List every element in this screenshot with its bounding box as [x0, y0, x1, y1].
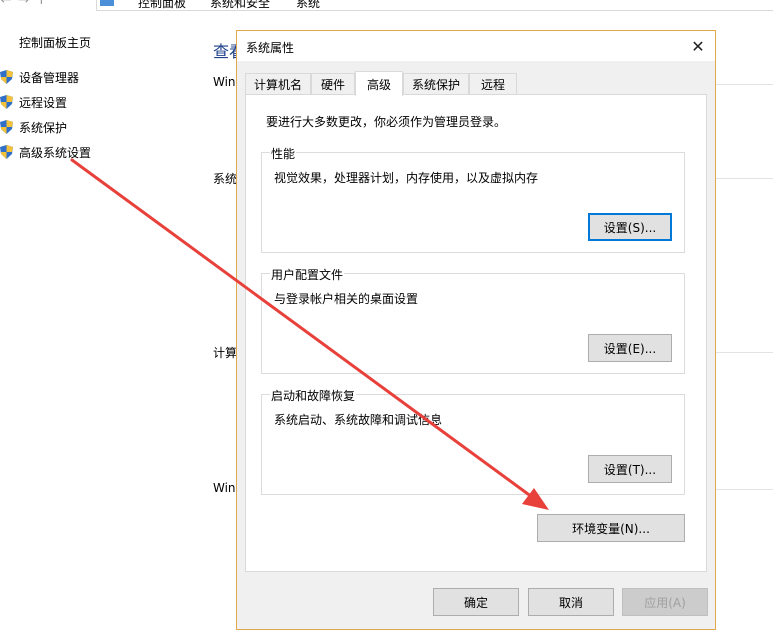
tab-remote[interactable]: 远程 — [469, 73, 517, 94]
performance-group: 性能 视觉效果，处理器计划，内存使用，以及虚拟内存 设置(S)... — [261, 145, 685, 253]
control-panel-home-link[interactable]: 控制面板主页 — [19, 34, 91, 51]
tab-system-protection[interactable]: 系统保护 — [403, 73, 469, 94]
user-profiles-group: 用户配置文件 与登录帐户相关的桌面设置 设置(E)... — [261, 266, 685, 374]
dialog-title: 系统属性 — [246, 41, 295, 55]
group-description: 系统启动、系统故障和调试信息 — [274, 413, 443, 427]
section-fragment: Win — [213, 481, 236, 495]
breadcrumb-item[interactable]: 系统 — [296, 0, 320, 11]
section-fragment: 计算 — [213, 346, 238, 360]
group-title: 启动和故障恢复 — [270, 387, 357, 404]
sidebar-item-system-protection[interactable]: 系统保护 — [0, 118, 67, 136]
tab-label: 远程 — [480, 77, 505, 92]
close-icon: ✕ — [691, 36, 705, 56]
section-fragment: Win — [213, 75, 236, 89]
divider — [716, 178, 773, 179]
shield-icon — [0, 95, 13, 109]
tab-label: 计算机名 — [253, 77, 302, 92]
apply-button[interactable]: 应用(A) — [622, 588, 708, 616]
tab-computer-name[interactable]: 计算机名 — [245, 73, 311, 94]
shield-icon — [0, 145, 13, 159]
startup-recovery-group: 启动和故障恢复 系统启动、系统故障和调试信息 设置(T)... — [261, 387, 685, 495]
sidebar-item-label: 远程设置 — [19, 95, 68, 110]
sidebar-item-advanced-settings[interactable]: 高级系统设置 — [0, 143, 91, 161]
dialog-titlebar[interactable]: 系统属性 ✕ — [237, 31, 715, 61]
system-properties-dialog: 系统属性 ✕ 计算机名 硬件 高级 系统保护 远程 要进行大多数更改，你必须作为… — [236, 30, 716, 630]
tab-hardware[interactable]: 硬件 — [311, 73, 355, 94]
sidebar-item-label: 设备管理器 — [19, 70, 80, 85]
divider — [716, 489, 773, 490]
tab-advanced[interactable]: 高级 — [355, 71, 403, 96]
shield-icon — [0, 70, 13, 84]
ok-button[interactable]: 确定 — [433, 588, 519, 616]
performance-settings-button[interactable]: 设置(S)... — [588, 213, 672, 241]
divider — [716, 352, 773, 353]
tab-label: 硬件 — [320, 77, 345, 92]
startup-settings-button[interactable]: 设置(T)... — [588, 455, 672, 483]
tab-label: 高级 — [366, 77, 391, 92]
group-description: 与登录帐户相关的桌面设置 — [274, 292, 419, 306]
sidebar-item-label: 系统保护 — [19, 120, 68, 135]
group-title: 性能 — [270, 145, 297, 162]
profiles-settings-button[interactable]: 设置(E)... — [588, 334, 672, 362]
sidebar-item-device-manager[interactable]: 设备管理器 — [0, 68, 79, 86]
breadcrumb-item[interactable]: 系统和安全 — [210, 0, 270, 11]
section-fragment: 系统 — [213, 172, 238, 186]
group-title: 用户配置文件 — [270, 266, 345, 283]
shield-icon — [0, 120, 13, 134]
group-description: 视觉效果，处理器计划，内存使用，以及虚拟内存 — [274, 171, 539, 185]
admin-notice: 要进行大多数更改，你必须作为管理员登录。 — [266, 115, 507, 129]
environment-variables-button[interactable]: 环境变量(N)... — [537, 514, 685, 542]
left-nav: 控制面板主页 设备管理器 远程设置 系统保护 高级系统设置 — [0, 0, 200, 633]
sidebar-item-remote-settings[interactable]: 远程设置 — [0, 93, 67, 111]
divider — [716, 84, 773, 85]
sidebar-item-label: 高级系统设置 — [19, 145, 92, 160]
close-button[interactable]: ✕ — [681, 31, 715, 61]
advanced-tab-panel: 要进行大多数更改，你必须作为管理员登录。 性能 视觉效果，处理器计划，内存使用，… — [245, 94, 707, 572]
tab-label: 系统保护 — [411, 77, 460, 92]
cancel-button[interactable]: 取消 — [528, 588, 614, 616]
